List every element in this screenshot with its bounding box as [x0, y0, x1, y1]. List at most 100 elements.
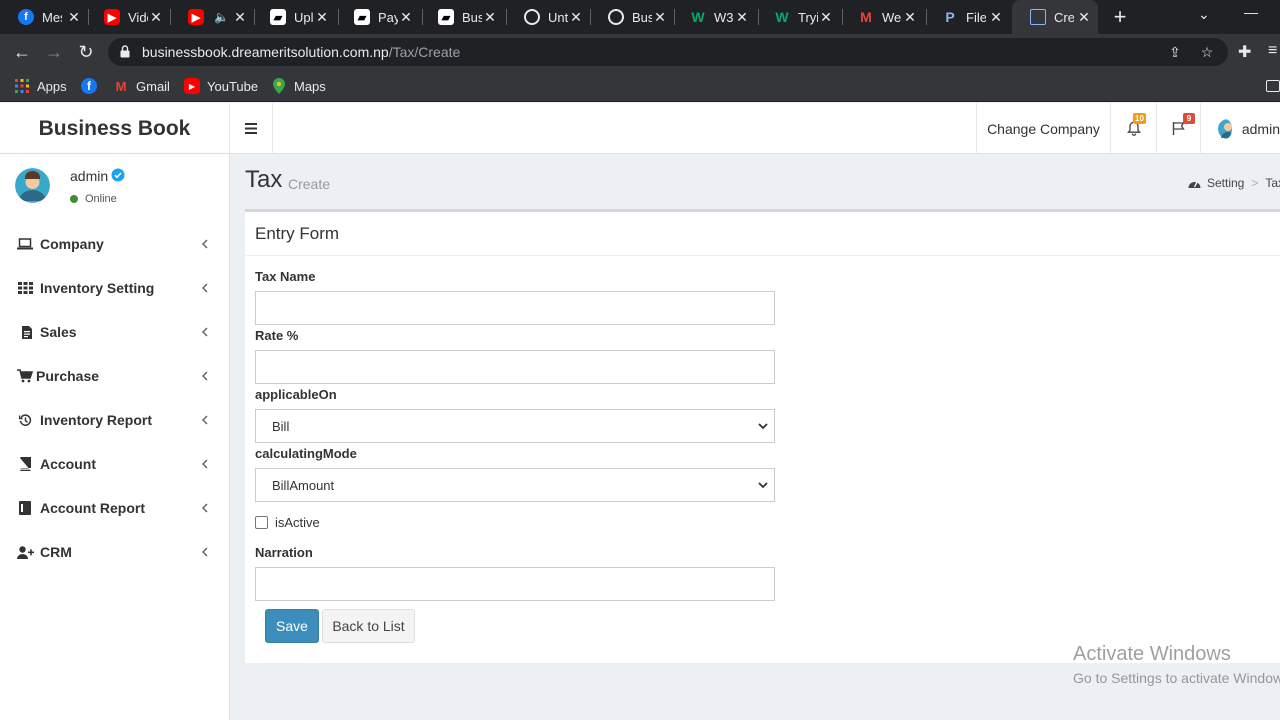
close-icon[interactable]: ✕: [148, 9, 164, 25]
sidebar-item-label: Inventory Report: [40, 412, 153, 428]
browser-tab[interactable]: W W3Schools ✕: [672, 0, 756, 34]
sidebar-item-inventory-setting[interactable]: Inventory Setting: [0, 266, 229, 310]
sidebar-item-purchase[interactable]: Purchase: [0, 354, 229, 398]
notifications-button[interactable]: 10: [1110, 103, 1156, 154]
flags-button[interactable]: 9: [1156, 103, 1200, 154]
bookmark-maps[interactable]: Maps: [271, 76, 326, 96]
browser-tab[interactable]: ▰ Payment ✕: [336, 0, 420, 34]
rate-input[interactable]: [255, 350, 775, 384]
back-arrow-icon[interactable]: ←: [10, 40, 34, 64]
chevron-left-icon: [201, 503, 208, 513]
close-icon[interactable]: ✕: [66, 9, 82, 25]
bookmarks-bar: Apps f M Gmail ▶ YouTube Maps: [0, 70, 1280, 102]
close-icon[interactable]: ✕: [1076, 9, 1092, 25]
youtube-icon: ▶: [104, 9, 120, 25]
browser-tab[interactable]: Untitled ✕: [506, 0, 590, 34]
close-icon[interactable]: ✕: [902, 9, 918, 25]
close-icon[interactable]: ✕: [398, 9, 414, 25]
page-title: Tax: [245, 166, 283, 193]
applicable-on-select[interactable]: Bill: [255, 409, 775, 443]
sidebar-item-company[interactable]: Company: [0, 222, 229, 266]
online-status: Online: [70, 193, 117, 205]
close-icon[interactable]: ✕: [652, 9, 668, 25]
youtube-icon: ▶: [184, 78, 200, 94]
bookmark-facebook[interactable]: f: [81, 76, 104, 96]
new-tab-button[interactable]: +: [1108, 5, 1132, 29]
gmail-icon: M: [115, 78, 127, 94]
menu-icon[interactable]: ≡: [1268, 42, 1277, 60]
share-icon[interactable]: ⇪: [1166, 43, 1184, 61]
browser-tab[interactable]: f Messenger ✕: [0, 0, 88, 34]
sidebar-item-label: CRM: [40, 544, 72, 560]
tab-title: Upload: [294, 9, 314, 25]
book-icon: [16, 455, 34, 473]
gmail-icon: M: [860, 9, 872, 25]
history-icon: [16, 411, 34, 429]
tab-title: File: [966, 9, 986, 25]
browser-tab[interactable]: ▰ Business ✕: [420, 0, 504, 34]
avatar: [15, 168, 50, 203]
tab-title: Videos: [128, 9, 148, 25]
browser-tab[interactable]: ▶ 🔈 ✕: [170, 0, 254, 34]
sidebar-item-label: Purchase: [36, 368, 100, 384]
browser-tab[interactable]: M Welcome ✕: [840, 0, 924, 34]
change-company-button[interactable]: Change Company: [976, 103, 1110, 154]
speaker-icon[interactable]: 🔈: [214, 10, 229, 24]
bookmark-apps[interactable]: Apps: [14, 76, 67, 96]
brand-logo[interactable]: Business Book: [0, 103, 230, 154]
sidebar-toggle-button[interactable]: [230, 103, 273, 154]
user-menu-button[interactable]: admin: [1200, 103, 1280, 154]
breadcrumb-item-current: Tax: [1265, 176, 1280, 190]
chevron-left-icon: [201, 547, 208, 557]
browser-tab[interactable]: ▰ Upload ✕: [252, 0, 336, 34]
reload-icon[interactable]: ↻: [74, 40, 98, 64]
tab-title: Business: [632, 9, 652, 25]
sidebar-item-sales[interactable]: Sales: [0, 310, 229, 354]
close-icon[interactable]: ✕: [988, 9, 1004, 25]
extensions-icon[interactable]: ✚: [1238, 42, 1251, 62]
bookmark-gmail[interactable]: M Gmail: [113, 76, 170, 96]
watermark-title: Activate Windows: [1073, 643, 1231, 665]
minimize-icon[interactable]: —: [1244, 4, 1258, 20]
narration-input[interactable]: [255, 567, 775, 601]
bookmark-star-icon[interactable]: ☆: [1198, 43, 1216, 61]
browser-tab[interactable]: P File ✕: [924, 0, 1010, 34]
tab-search-icon[interactable]: ⌄: [1198, 6, 1210, 23]
close-icon[interactable]: ✕: [232, 9, 248, 25]
save-button[interactable]: Save: [265, 609, 319, 643]
document-icon: ▰: [354, 9, 370, 25]
forward-arrow-icon[interactable]: →: [42, 40, 66, 64]
bookmark-label: Apps: [37, 78, 67, 94]
bookmark-youtube[interactable]: ▶ YouTube: [184, 76, 258, 96]
back-to-list-button[interactable]: Back to List: [322, 609, 415, 643]
cart-icon: [16, 367, 34, 385]
reading-list-icon[interactable]: [1266, 76, 1280, 96]
is-active-label[interactable]: isActive: [275, 515, 320, 530]
close-icon[interactable]: ✕: [734, 9, 750, 25]
maps-icon: [271, 78, 287, 94]
sidebar-item-account[interactable]: Account: [0, 442, 229, 486]
sidebar-item-crm[interactable]: CRM: [0, 530, 229, 574]
form-title: Entry Form: [255, 224, 340, 243]
browser-tab[interactable]: Business ✕: [590, 0, 674, 34]
close-icon[interactable]: ✕: [314, 9, 330, 25]
address-bar[interactable]: businessbook.dreameritsolution.com.np/Ta…: [108, 38, 1228, 66]
browser-tab-active[interactable]: Create ✕: [1012, 0, 1098, 34]
browser-tab[interactable]: ▶ Videos ✕: [86, 0, 170, 34]
close-icon[interactable]: ✕: [568, 9, 584, 25]
tab-title: Payment: [378, 9, 398, 25]
file-invoice-icon: [18, 323, 36, 341]
header-user-name: admin: [1241, 120, 1280, 137]
tab-title: Untitled: [548, 9, 568, 25]
breadcrumb-item-setting[interactable]: Setting: [1207, 176, 1244, 190]
is-active-checkbox[interactable]: [255, 516, 268, 529]
close-icon[interactable]: ✕: [482, 9, 498, 25]
sidebar-item-inventory-report[interactable]: Inventory Report: [0, 398, 229, 442]
sidebar-item-account-report[interactable]: Account Report: [0, 486, 229, 530]
close-icon[interactable]: ✕: [818, 9, 834, 25]
browser-tab[interactable]: W Trying ✕: [756, 0, 840, 34]
tax-name-input[interactable]: [255, 291, 775, 325]
chevron-left-icon: [201, 283, 208, 293]
sidebar-item-label: Account: [40, 456, 96, 472]
calculating-mode-select[interactable]: BillAmount: [255, 468, 775, 502]
